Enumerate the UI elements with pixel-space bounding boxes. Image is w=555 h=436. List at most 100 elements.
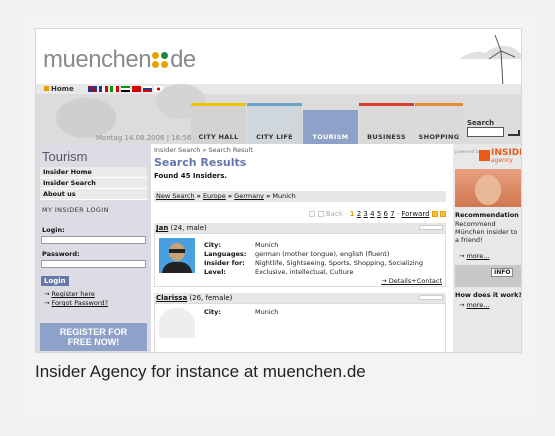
last-page-icon[interactable] (440, 211, 446, 217)
main-content: Insider Search » Search Result Search Re… (154, 144, 450, 352)
home-icon (44, 86, 49, 91)
profile-header: Jan (24, male) (154, 223, 446, 233)
city-label: Munich (272, 192, 296, 200)
search-input[interactable] (467, 127, 504, 137)
pagination: Back · 1 2 3 4 5 6 7 · Forward (309, 210, 446, 218)
sidebar-item-insider-home[interactable]: Insider Home (40, 167, 147, 178)
recommendation-heading: Recommendation (455, 211, 519, 219)
page-4[interactable]: 4 (370, 210, 374, 218)
forward-link[interactable]: Forward (401, 210, 429, 218)
first-page-icon (309, 211, 316, 217)
wind-turbine-image (459, 34, 521, 87)
login-label: Login: (42, 226, 65, 234)
sidebar-item-about-us[interactable]: About us (40, 189, 147, 200)
field-label: Insider for: (204, 259, 245, 267)
forgot-password-link[interactable]: Forgot Password? (44, 299, 108, 307)
prev-page-icon (317, 211, 324, 217)
password-field[interactable] (41, 260, 146, 268)
search-go-icon[interactable] (508, 130, 520, 136)
profile-card: City: Munich (154, 303, 446, 352)
profile-flag-box (419, 295, 443, 300)
page-1: 1 (349, 210, 355, 218)
date-time: Montag 14.08.2006 | 16:56 (96, 134, 192, 142)
section-title: Tourism (42, 149, 88, 164)
tab-color-bar (191, 103, 246, 106)
profile-photo[interactable] (159, 238, 195, 273)
tab-city-life[interactable]: CITY LIFE (247, 103, 302, 144)
page-title: Search Results (154, 156, 247, 169)
tab-business[interactable]: BUSINESS (359, 103, 414, 144)
flag-it-icon[interactable] (110, 86, 119, 92)
info-image: INFO (455, 265, 521, 287)
field-label: City: (204, 308, 221, 316)
flag-ru-icon[interactable] (143, 86, 152, 92)
login-button[interactable]: Login (41, 276, 69, 286)
figure-card: muenchen de Home Montag 14.08.2006 | 16:… (18, 15, 538, 420)
more-link[interactable]: more... (459, 301, 489, 309)
flag-ae-icon[interactable] (121, 86, 130, 92)
recommendation-text: Recommend München Insider to a friend! (455, 220, 518, 244)
insider-logo-icon (479, 150, 490, 161)
page-2[interactable]: 2 (357, 210, 361, 218)
field-label: Level: (204, 268, 227, 276)
germany-link[interactable]: Germany (234, 192, 264, 200)
top-bar: Home (36, 84, 521, 94)
logo-dots-icon (152, 52, 169, 69)
breadcrumb: Insider Search » Search Result (154, 146, 254, 154)
password-label: Password: (42, 250, 80, 258)
profile-header: Clarissa (26, female) (154, 293, 446, 303)
right-sidebar: powered by INSIDER agency Recommendation… (453, 144, 522, 352)
profile-photo[interactable] (159, 308, 195, 338)
field-value: Munich (255, 308, 279, 316)
details-contact-link[interactable]: → Details+Contact (381, 277, 442, 285)
login-heading: MY INSIDER LOGIN (42, 206, 109, 214)
page-5[interactable]: 5 (377, 210, 381, 218)
language-flags (88, 86, 163, 92)
website-screenshot: muenchen de Home Montag 14.08.2006 | 16:… (35, 28, 522, 353)
figure-caption: Insider Agency for instance at muenchen.… (35, 362, 366, 381)
insider-agency-logo[interactable]: powered by INSIDER agency (455, 148, 521, 164)
profile-flag-box (419, 225, 443, 230)
sidebar-item-insider-search[interactable]: Insider Search (40, 178, 147, 189)
new-search-link[interactable]: New Search (156, 192, 195, 200)
back-link: Back (325, 210, 343, 218)
result-count: Found 45 Insiders. (154, 172, 228, 180)
field-label: Languages: (204, 250, 247, 258)
profile-name-link[interactable]: Jan (156, 224, 168, 232)
left-sidebar: Tourism Insider Home Insider Search Abou… (36, 144, 151, 352)
how-it-works-heading: How does it work? (455, 291, 522, 299)
tab-tourism[interactable]: TOURISM (303, 110, 358, 144)
tab-shopping[interactable]: SHOPPING (415, 103, 463, 144)
login-field[interactable] (41, 236, 146, 244)
sidebar-menu: Insider Home Insider Search About us (40, 167, 147, 200)
next-page-icon[interactable] (431, 211, 438, 217)
site-logo[interactable]: muenchen de (43, 46, 196, 74)
page-7[interactable]: 7 (390, 210, 394, 218)
location-path: New Search » Europe » Germany » Munich (154, 191, 446, 202)
field-value: Exclusive, intellectual, Culture (255, 268, 354, 276)
flag-fr-icon[interactable] (99, 86, 108, 92)
europe-link[interactable]: Europe (203, 192, 226, 200)
navigation-band: Montag 14.08.2006 | 16:56 CITY HALL CITY… (36, 84, 521, 144)
tab-color-bar (415, 103, 463, 106)
home-link[interactable]: Home (44, 85, 74, 93)
page-6[interactable]: 6 (384, 210, 388, 218)
profile-name-link[interactable]: Clarissa (156, 294, 187, 302)
field-value: Nightlife, Sightseeing, Sports, Shopping… (255, 259, 423, 267)
search-label: Search (467, 119, 495, 127)
profile-meta: (26, female) (189, 294, 233, 302)
flag-uk-icon[interactable] (88, 86, 97, 92)
field-value: german (mother tongue), english (fluent) (255, 250, 390, 258)
page-3[interactable]: 3 (363, 210, 367, 218)
register-free-button[interactable]: REGISTER FOR FREE NOW! (40, 323, 147, 351)
profile-card: City: Munich Languages: german (mother t… (154, 233, 446, 287)
more-link[interactable]: more... (459, 252, 489, 260)
tab-city-hall[interactable]: CITY HALL (191, 103, 246, 144)
recommend-photo (455, 169, 521, 207)
flag-cn-icon[interactable] (132, 86, 141, 92)
field-label: City: (204, 241, 221, 249)
profile-meta: (24, male) (170, 224, 207, 232)
register-link[interactable]: Register here (44, 290, 94, 298)
tab-color-bar (359, 103, 414, 106)
tab-color-bar (247, 103, 302, 106)
